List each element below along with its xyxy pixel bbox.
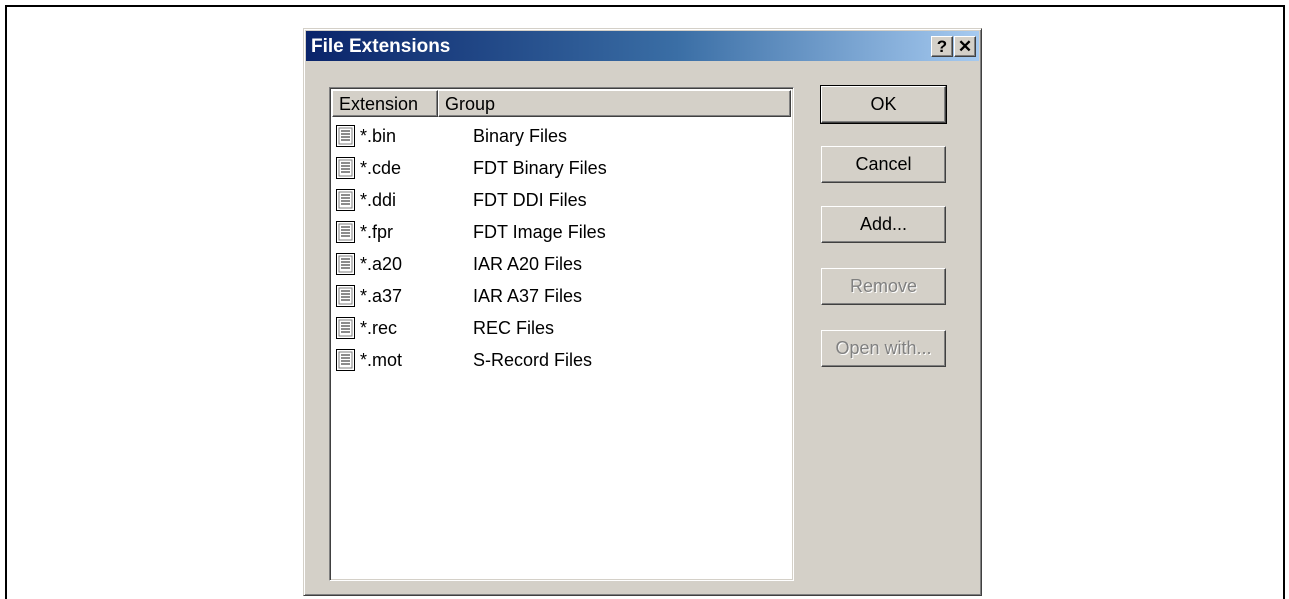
group-cell: IAR A37 Files [473, 285, 583, 306]
close-button[interactable]: ✕ [954, 36, 976, 57]
document-icon [336, 125, 355, 147]
help-icon: ? [936, 37, 948, 56]
document-icon [336, 349, 355, 371]
group-cell: FDT Image Files [473, 221, 606, 242]
column-header-extension[interactable]: Extension [332, 90, 438, 117]
list-item[interactable]: *.mot S-Record Files [335, 344, 789, 376]
extension-cell: *.rec [360, 317, 398, 338]
extension-cell: *.bin [360, 125, 397, 146]
title-bar[interactable]: File Extensions ? ✕ [306, 31, 979, 61]
list-item[interactable]: *.rec REC Files [335, 312, 789, 344]
list-header: Extension Group [332, 90, 791, 117]
group-cell: FDT DDI Files [473, 189, 587, 210]
group-cell: Binary Files [473, 125, 568, 146]
document-icon [336, 253, 355, 275]
extension-cell: *.a37 [360, 285, 403, 306]
extensions-list[interactable]: Extension Group *.bin Binary Files *.cde FD… [329, 87, 794, 581]
document-icon [336, 157, 355, 179]
document-icon [336, 317, 355, 339]
list-rows: *.bin Binary Files *.cde FDT Binary Files *.… [335, 120, 789, 376]
list-item[interactable]: *.ddi FDT DDI Files [335, 184, 789, 216]
extension-cell: *.ddi [360, 189, 397, 210]
dialog-title: File Extensions [311, 36, 451, 57]
open-with-button[interactable]: Open with... [821, 330, 946, 367]
extension-cell: *.cde [360, 157, 402, 178]
list-item[interactable]: *.cde FDT Binary Files [335, 152, 789, 184]
file-extensions-dialog: File Extensions ? ✕ Extension Group *.bi… [303, 28, 982, 596]
group-cell: REC Files [473, 317, 555, 338]
extension-cell: *.fpr [360, 221, 394, 242]
document-icon [336, 285, 355, 307]
group-cell: FDT Binary Files [473, 157, 607, 178]
group-cell: S-Record Files [473, 349, 593, 370]
list-item[interactable]: *.a37 IAR A37 Files [335, 280, 789, 312]
list-item[interactable]: *.fpr FDT Image Files [335, 216, 789, 248]
ok-button[interactable]: OK [820, 85, 947, 124]
remove-button[interactable]: Remove [821, 268, 946, 305]
add-button[interactable]: Add... [821, 206, 946, 243]
list-item[interactable]: *.a20 IAR A20 Files [335, 248, 789, 280]
help-button[interactable]: ? [931, 36, 953, 57]
list-item[interactable]: *.bin Binary Files [335, 120, 789, 152]
group-cell: IAR A20 Files [473, 253, 583, 274]
close-icon: ✕ [957, 37, 973, 56]
document-icon [336, 221, 355, 243]
column-header-group[interactable]: Group [438, 90, 791, 117]
extension-cell: *.mot [360, 349, 403, 370]
extension-cell: *.a20 [360, 253, 403, 274]
cancel-button[interactable]: Cancel [821, 146, 946, 183]
document-icon [336, 189, 355, 211]
